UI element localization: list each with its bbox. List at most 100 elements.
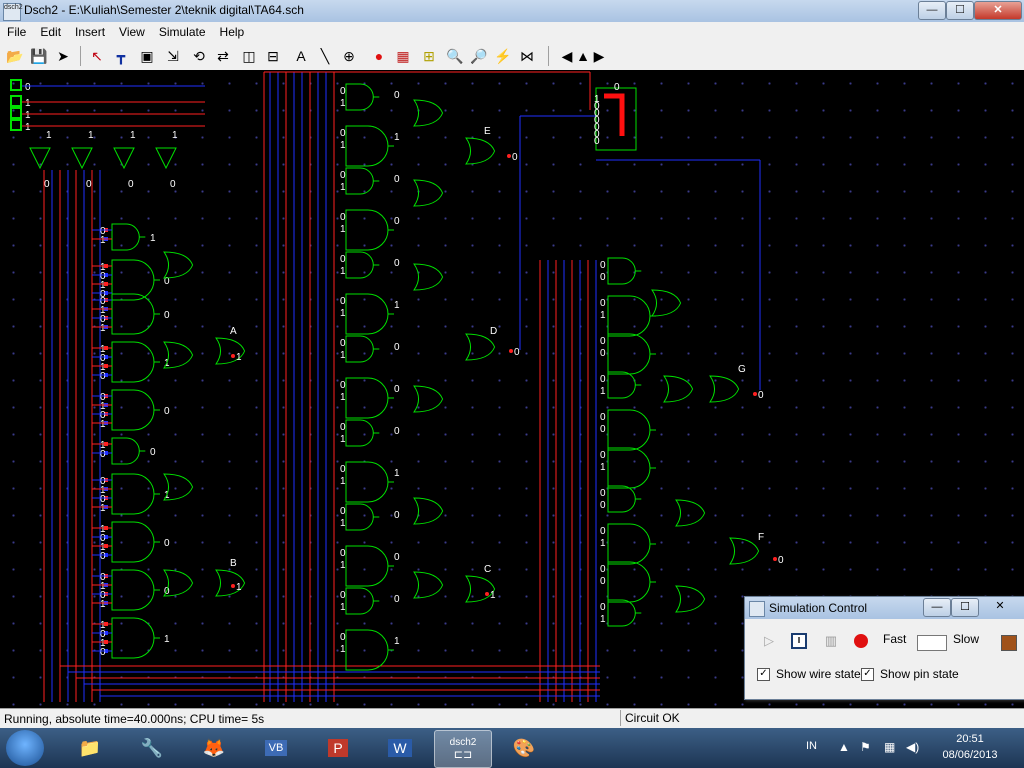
inverter: [71, 147, 93, 170]
volume-icon[interactable]: ◀): [906, 740, 919, 754]
firefox-icon[interactable]: 🦊: [186, 730, 242, 766]
input-value: 0: [25, 82, 31, 93]
word-icon[interactable]: W: [372, 730, 428, 766]
sim-close-button[interactable]: ✕: [979, 598, 1021, 615]
menu-simulate[interactable]: Simulate: [152, 22, 213, 42]
input-value: 1: [25, 110, 31, 121]
step-icon[interactable]: ▥: [819, 629, 843, 653]
text-icon[interactable]: A: [290, 45, 312, 67]
and-gate: [607, 371, 636, 399]
box-icon[interactable]: ▣: [136, 45, 158, 67]
output-label-g: G: [738, 364, 746, 375]
and-gate: [345, 377, 389, 419]
show-wire-state-checkbox[interactable]: ✓ Show wire state: [757, 667, 861, 681]
output-label-f: F: [758, 532, 764, 543]
gate-input-value: 0: [600, 348, 606, 359]
gate-input-value: 0: [340, 86, 346, 97]
app-orange-icon[interactable]: 🔧: [124, 730, 180, 766]
zoom-in-icon[interactable]: 🔍: [444, 45, 466, 67]
play-icon[interactable]: ▷: [757, 629, 781, 653]
scroll-right-icon[interactable]: ▶: [588, 45, 610, 67]
line-icon[interactable]: ╲: [314, 45, 336, 67]
menu-insert[interactable]: Insert: [68, 22, 112, 42]
zoom-out-icon[interactable]: 🔎: [468, 45, 490, 67]
powerpoint-icon[interactable]: P: [310, 730, 366, 766]
mirror-h-icon[interactable]: ◫: [238, 45, 260, 67]
select-arrow-icon[interactable]: ↖: [86, 45, 108, 67]
gate-input-value: 1: [100, 599, 106, 610]
flag-icon[interactable]: ⚑: [860, 740, 871, 754]
menu-edit[interactable]: Edit: [33, 22, 68, 42]
and-gate: [111, 617, 155, 659]
gate-output-value: 0: [394, 552, 400, 563]
show-wire-state-label: Show wire state: [776, 667, 861, 681]
gate-input-value: 1: [340, 644, 346, 655]
gate-output-value: 1: [394, 636, 400, 647]
output-label-c: C: [484, 564, 491, 575]
chip-icon[interactable]: ▦: [392, 45, 414, 67]
clock-date[interactable]: 08/06/2013: [936, 749, 1004, 761]
stop-record-icon[interactable]: [849, 629, 873, 653]
gate-input-value: 0: [600, 450, 606, 461]
color-swatch[interactable]: [1001, 635, 1017, 651]
gate-input-value: 1: [340, 476, 346, 487]
flip-icon[interactable]: ⇄: [212, 45, 234, 67]
gate-input-value: 0: [600, 424, 606, 435]
save-icon[interactable]: 💾: [28, 45, 50, 67]
and-gate: [345, 419, 374, 447]
sim-minimize-button[interactable]: —: [923, 598, 951, 617]
explorer-icon[interactable]: 📁: [62, 730, 118, 766]
network-icon[interactable]: ⋈: [516, 45, 538, 67]
gate-input-value: 0: [340, 212, 346, 223]
dsch2-task-label: dsch2: [449, 737, 477, 748]
dsch2-task[interactable]: dsch2 ⊏⊐: [434, 730, 492, 768]
app-icon[interactable]: dsch2: [3, 3, 23, 21]
inverter: [29, 147, 51, 170]
status-text: Running, absolute time=40.000ns; CPU tim…: [4, 712, 265, 726]
menu-file[interactable]: File: [0, 22, 33, 42]
sim-maximize-button[interactable]: ☐: [951, 598, 979, 617]
and-gate: [607, 333, 651, 375]
vb-icon[interactable]: VB: [248, 730, 304, 766]
gate-input-value: 0: [600, 374, 606, 385]
speed-slider[interactable]: [917, 635, 947, 651]
show-pin-state-checkbox[interactable]: ✓ Show pin state: [861, 667, 959, 681]
gate-input-value: 1: [100, 503, 106, 514]
inverter-output-value: 0: [128, 179, 134, 190]
connect-icon[interactable]: ⊕: [338, 45, 360, 67]
tray-up-arrow-icon[interactable]: ▲: [838, 740, 850, 754]
wire-tool-icon[interactable]: ┳: [110, 45, 132, 67]
inverter-output-value: 0: [86, 179, 92, 190]
paint-icon[interactable]: 🎨: [496, 730, 552, 766]
simulation-control-window: Simulation Control — ☐ ✕ ▷ ‖ ▥ Fast Slow…: [744, 596, 1024, 700]
inverter-output-value: 0: [170, 179, 176, 190]
minimize-button[interactable]: —: [918, 1, 946, 20]
gate-output-value: 1: [394, 468, 400, 479]
start-button[interactable]: [6, 730, 44, 766]
probe-icon[interactable]: ⚡: [492, 45, 514, 67]
open-folder-icon[interactable]: 📂: [4, 45, 26, 67]
record-icon[interactable]: ●: [368, 45, 390, 67]
menu-view[interactable]: View: [112, 22, 152, 42]
timing-icon[interactable]: ⊞: [418, 45, 440, 67]
gate-input-value: 0: [340, 380, 346, 391]
gate-input-value: 1: [340, 434, 346, 445]
close-button[interactable]: ✕: [974, 1, 1022, 20]
move-icon[interactable]: ⇲: [162, 45, 184, 67]
and-gate: [345, 83, 374, 111]
clock-time[interactable]: 20:51: [940, 733, 1000, 745]
gate-input-value: 0: [340, 548, 346, 559]
mirror-v-icon[interactable]: ⊟: [262, 45, 284, 67]
gate-input-value: 0: [340, 506, 346, 517]
language-indicator[interactable]: IN: [806, 740, 817, 752]
circuit-status: Circuit OK: [620, 710, 1024, 726]
run-icon[interactable]: ➤: [52, 45, 74, 67]
rotate-icon[interactable]: ⟲: [188, 45, 210, 67]
input-value: 1: [25, 98, 31, 109]
menu-help[interactable]: Help: [213, 22, 252, 42]
title-bar: dsch2 Dsch2 - E:\Kuliah\Semester 2\tekni…: [0, 0, 1024, 23]
maximize-button[interactable]: ☐: [946, 1, 974, 20]
network-tray-icon[interactable]: ▦: [884, 740, 895, 754]
and-gate: [607, 447, 651, 489]
pause-icon[interactable]: ‖: [787, 629, 811, 653]
